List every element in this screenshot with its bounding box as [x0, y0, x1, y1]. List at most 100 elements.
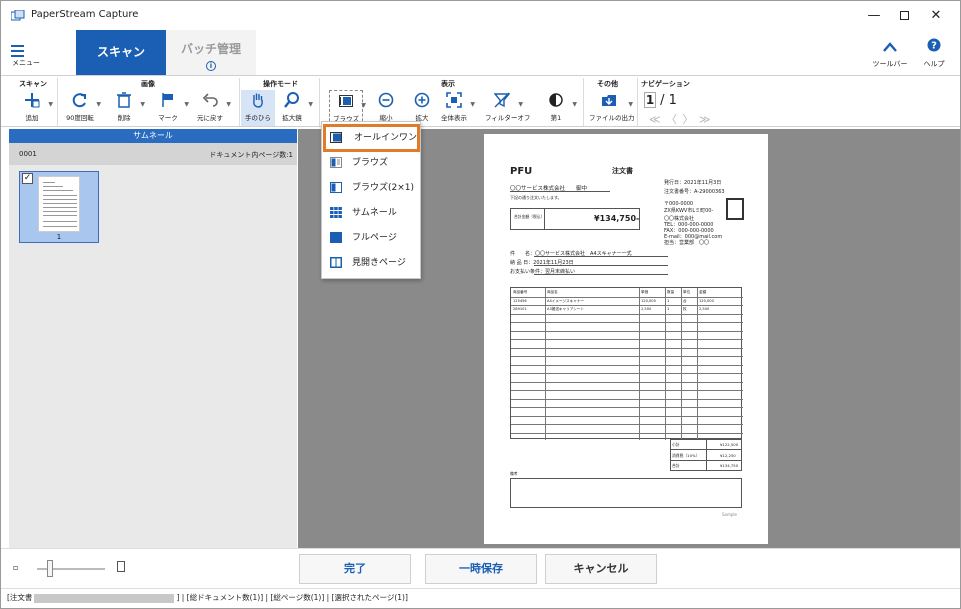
underline	[534, 265, 668, 266]
view-option-label: 見開きページ	[352, 258, 406, 268]
add-label: 追加	[25, 114, 39, 122]
stamp-button[interactable]: 第1 ▼	[539, 90, 577, 126]
doc-company: PFU	[510, 166, 533, 177]
status-file-prefix: [注文書	[7, 593, 33, 602]
chevron-down-icon: ▼	[308, 101, 313, 108]
current-page-field[interactable]: 1	[644, 92, 656, 108]
zoom-out-icon	[378, 92, 394, 108]
all-in-one-icon	[330, 132, 342, 143]
hand-tool-button[interactable]: 手のひら	[241, 90, 275, 126]
delete-label: 削除	[117, 114, 131, 122]
hamburger-icon	[11, 45, 51, 57]
trash-icon	[117, 92, 131, 108]
group-title-view: 表示	[441, 80, 455, 88]
view-option-label: ブラウズ	[352, 158, 389, 168]
ribbon: スキャン 画像 操作モード 表示 その他 ナビゲーション 追加 ▼ 90度回転 …	[1, 75, 960, 127]
flag-icon	[162, 93, 173, 107]
menu-button[interactable]: メニュー	[11, 45, 51, 71]
undo-label: 元に戻す	[197, 114, 223, 122]
file-output-label: ファイルの出力	[589, 114, 635, 122]
maximize-button[interactable]	[889, 5, 919, 27]
thumbnail-panel: 0001 ドキュメント内ページ数:1 ✓ 1	[9, 143, 297, 548]
document-page-count: ドキュメント内ページ数:1	[209, 151, 293, 159]
view-option-spread[interactable]: 見開きページ	[326, 252, 418, 274]
table-header-cell: 商品名	[547, 290, 558, 294]
view-option-full-page[interactable]: フルページ	[326, 227, 418, 249]
hand-icon	[253, 93, 263, 108]
help-button[interactable]: ? ヘルプ	[911, 37, 957, 71]
remarks-box	[510, 478, 742, 508]
table-header-cell: 単位	[683, 290, 691, 294]
delete-button[interactable]: 削除 ▼	[107, 90, 145, 126]
view-mode-dropdown: オールインワン ブラウズ ブラウズ(2×1) サムネール フルページ 見開きペー…	[321, 121, 421, 279]
svg-text:?: ?	[931, 41, 937, 52]
thumbnail-checkbox[interactable]: ✓	[22, 173, 33, 184]
add-button[interactable]: 追加 ▼	[15, 90, 53, 126]
magnifier-tool-button[interactable]: 拡大鏡 ▼	[275, 90, 313, 126]
cancel-button[interactable]: キャンセル	[545, 554, 657, 584]
add-page-icon	[25, 93, 40, 108]
view-option-label: オールインワン	[354, 133, 418, 143]
hand-label: 手のひら	[245, 114, 271, 122]
app-window: PaperStream Capture — ✕ メニュー スキャン バッチ管理 …	[0, 0, 961, 609]
filter-off-label: フィルターオフ	[485, 114, 531, 122]
fit-page-button[interactable]: 全体表示 ▼	[437, 90, 475, 126]
view-option-label: サムネール	[352, 208, 397, 218]
thumbnail-page-number: 1	[56, 233, 62, 241]
rotate-button[interactable]: 90度回転 ▼	[63, 90, 101, 126]
separator	[583, 78, 584, 126]
doc-person: 担当：営業部 〇〇	[664, 240, 710, 246]
group-title-scan: スキャン	[19, 80, 47, 88]
table-header-cell: 商品番号	[513, 290, 528, 294]
undo-button[interactable]: 元に戻す ▼	[193, 90, 231, 126]
full-page-icon	[330, 232, 342, 243]
magnifier-label: 拡大鏡	[282, 114, 302, 122]
table-cell: 1	[667, 307, 670, 311]
page-nav-arrows[interactable]: ≪ 〈 〉 ≫	[649, 111, 712, 127]
table-header-cell: 単価	[641, 290, 649, 294]
chevron-down-icon: ▼	[96, 101, 101, 108]
window-title: PaperStream Capture	[31, 9, 139, 20]
group-title-mode: 操作モード	[263, 80, 298, 88]
close-button[interactable]: ✕	[921, 5, 951, 27]
minimize-button[interactable]: —	[859, 5, 889, 27]
done-button[interactable]: 完了	[299, 554, 411, 584]
table-cell: 289101	[513, 307, 527, 311]
contrast-icon	[549, 93, 563, 107]
stamp-label: 第1	[550, 114, 562, 122]
status-bar: [注文書] | [総ドキュメント数(1)] | [総ページ数(1)] | [選択…	[1, 588, 960, 608]
magnifier-icon	[284, 92, 299, 108]
spread-pages-icon	[330, 257, 342, 268]
table-cell: 120,000	[641, 298, 656, 303]
table-cell: A4イメージスキャナー	[547, 298, 585, 303]
file-output-button[interactable]: ファイルの出力 ▼	[589, 90, 635, 126]
slider-handle[interactable]	[47, 560, 53, 577]
view-option-browse-2x1[interactable]: ブラウズ(2×1)	[326, 177, 418, 199]
tab-batch[interactable]: バッチ管理 i	[166, 30, 256, 75]
chevron-down-icon: ▼	[48, 101, 53, 108]
table-col-line	[697, 288, 698, 440]
document-row[interactable]: 0001 ドキュメント内ページ数:1	[9, 143, 297, 165]
app-icon	[11, 10, 25, 21]
page-thumbnail[interactable]: ✓ 1	[19, 171, 99, 243]
table-cell: 2,500	[699, 307, 710, 311]
undo-icon	[202, 93, 218, 107]
maximize-icon	[899, 11, 909, 20]
chevron-down-icon: ▼	[518, 101, 523, 108]
save-temporary-button[interactable]: 一時保存	[425, 554, 537, 584]
table-col-line	[665, 288, 666, 440]
view-option-browse[interactable]: ブラウズ	[326, 152, 418, 174]
tab-scan[interactable]: スキャン	[76, 30, 166, 75]
view-option-thumbnail[interactable]: サムネール	[326, 202, 418, 224]
table-cell: 1	[667, 298, 670, 303]
toolbar-toggle-button[interactable]: ツールバー	[867, 37, 913, 71]
separator	[637, 78, 638, 126]
group-title-other: その他	[597, 80, 618, 88]
document-id: 0001	[19, 150, 37, 158]
doc-tax-label: 消費税（10%）	[672, 453, 700, 458]
chevron-down-icon: ▼	[361, 102, 366, 109]
mark-button[interactable]: マーク ▼	[151, 90, 189, 126]
view-option-label: フルページ	[352, 233, 397, 243]
view-option-all-in-one[interactable]: オールインワン	[323, 124, 420, 152]
filter-off-button[interactable]: フィルターオフ ▼	[485, 90, 531, 126]
